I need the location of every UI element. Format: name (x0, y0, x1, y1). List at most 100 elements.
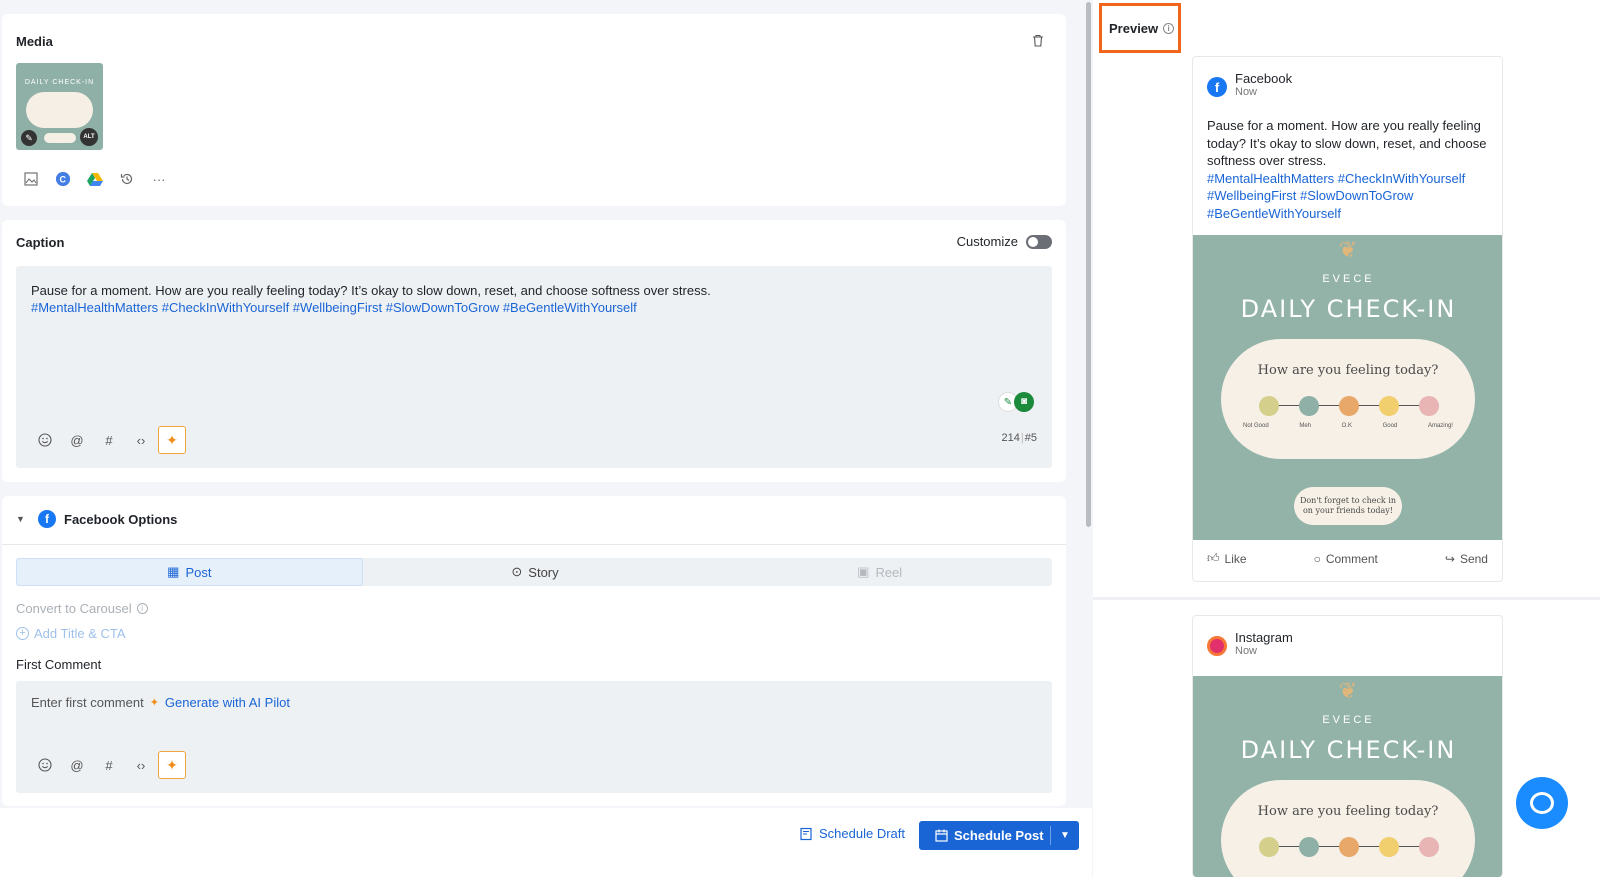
facebook-preview-time: Now (1235, 86, 1258, 98)
media-toolbar: C ··· (22, 170, 168, 188)
mood-dot (1379, 396, 1399, 416)
mood-scale (1259, 396, 1439, 416)
instagram-preview-name: Instagram (1235, 630, 1293, 645)
scale-label: O.K (1341, 423, 1352, 429)
hashtag-icon[interactable]: # (100, 756, 118, 774)
preview-header: Preview i (1099, 3, 1181, 53)
image-library-icon[interactable] (22, 170, 40, 188)
chat-bubble-icon (1530, 792, 1554, 814)
facebook-options-title: Facebook Options (64, 511, 178, 527)
caption-body: Pause for a moment. How are you really f… (31, 283, 711, 298)
canva-icon[interactable]: C (54, 170, 72, 188)
mood-cloud: How are you feeling today? (1221, 780, 1475, 877)
comment-icon: ○ (1313, 551, 1321, 566)
schedule-post-button[interactable]: Schedule Post ▼ (919, 821, 1079, 850)
thumbs-up-icon: 👍︎ (1207, 551, 1220, 565)
add-title-cta[interactable]: + Add Title & CTA (16, 626, 126, 641)
facebook-options-card: ▼ f Facebook Options ▦ Post ⊙ Story ▣ Re… (2, 496, 1066, 806)
chevron-down-icon[interactable]: ▼ (16, 514, 30, 524)
play-circle-icon: ⊙ (511, 564, 523, 579)
action-footer: Schedule Draft Schedule Post ▼ (0, 808, 1092, 877)
grammarly-icon: ◙ (1014, 392, 1034, 412)
facebook-preview-hashtags: #MentalHealthMatters #CheckInWithYoursel… (1207, 170, 1466, 221)
instagram-preview-card: Instagram Now ❦ EVECE DAILY CHECK-IN How… (1192, 615, 1503, 877)
scale-labels: Not Good Meh O.K Good Amazing! (1243, 423, 1453, 429)
thumb-cloud (26, 92, 93, 128)
mood-dot (1259, 837, 1279, 857)
mood-dot (1419, 396, 1439, 416)
add-title-label: Add Title & CTA (34, 626, 126, 641)
code-icon[interactable]: ‹› (132, 756, 150, 774)
mood-dot (1339, 837, 1359, 857)
facebook-preview-image: ❦ EVECE DAILY CHECK-IN How are you feeli… (1193, 235, 1502, 540)
mood-dot (1299, 396, 1319, 416)
tab-post[interactable]: ▦ Post (16, 558, 363, 586)
like-action: 👍︎ Like (1207, 551, 1247, 566)
caption-counter: 214|#5 (1001, 432, 1037, 444)
scroll-thumb[interactable] (1086, 2, 1091, 527)
info-icon[interactable]: i (136, 603, 148, 614)
tab-story[interactable]: ⊙ Story (363, 558, 708, 586)
caption-title: Caption (16, 235, 65, 250)
instagram-icon (1207, 636, 1227, 656)
schedule-post-label: Schedule Post (954, 828, 1044, 843)
trash-icon[interactable] (1032, 34, 1046, 48)
facebook-options-header[interactable]: ▼ f Facebook Options (16, 510, 177, 528)
info-icon[interactable]: i (1163, 22, 1175, 34)
preview-panel: Preview i f Facebook Now Pause for a mom… (1093, 0, 1600, 877)
instagram-preview-header: Instagram Now (1207, 630, 1293, 657)
comment-action: ○ Comment (1314, 551, 1378, 566)
media-card: Media DAILY CHECK-IN ✎ ALT C ··· (2, 14, 1066, 206)
facebook-preview-name: Facebook (1235, 71, 1293, 86)
caption-toolbar: @ # ‹› ✦ (36, 426, 186, 454)
image-title: DAILY CHECK-IN (1240, 295, 1457, 323)
schedule-post-main[interactable]: Schedule Post (919, 828, 1050, 843)
hashtag-icon[interactable]: # (100, 431, 118, 449)
facebook-preview-actions: 👍︎ Like ○ Comment ↪ Send (1207, 551, 1488, 566)
image-title: DAILY CHECK-IN (1240, 736, 1457, 764)
support-chat-button[interactable] (1516, 777, 1568, 829)
caption-editor[interactable]: Pause for a moment. How are you really f… (16, 266, 1052, 468)
image-brand: EVECE (1322, 714, 1375, 726)
draft-calendar-icon (800, 827, 812, 840)
grammar-badge[interactable]: ✎ ◙ (998, 392, 1034, 412)
history-icon[interactable] (118, 170, 136, 188)
edit-pencil-icon[interactable]: ✎ (21, 130, 37, 146)
convert-to-carousel[interactable]: Convert to Carousel i (16, 601, 148, 616)
thumb-pill (44, 133, 76, 143)
more-icon[interactable]: ··· (150, 170, 168, 188)
tab-reel-label: Reel (875, 564, 903, 580)
ai-sparkle-button[interactable]: ✦ (158, 751, 186, 779)
ai-sparkle-button[interactable]: ✦ (158, 426, 186, 454)
share-icon: ↪ (1444, 551, 1455, 566)
mention-icon[interactable]: @ (68, 431, 86, 449)
tab-reel[interactable]: ▣ Reel (707, 558, 1052, 586)
mention-icon[interactable]: @ (68, 756, 86, 774)
preview-title: Preview (1109, 20, 1159, 36)
first-comment-toolbar: @ # ‹› ✦ (36, 751, 186, 779)
schedule-draft-button[interactable]: Schedule Draft (800, 826, 905, 841)
first-comment-field[interactable]: Enter first comment ✦ Generate with AI P… (16, 681, 1052, 793)
alt-text-button[interactable]: ALT (80, 128, 98, 146)
generate-ai-link[interactable]: Generate with AI Pilot (165, 695, 290, 710)
instagram-preview-time: Now (1235, 645, 1258, 657)
caption-text-area[interactable]: Pause for a moment. How are you really f… (31, 282, 1031, 316)
chevron-down-icon[interactable]: ▼ (1051, 830, 1079, 841)
scrollbar[interactable] (1085, 0, 1092, 877)
calendar-icon (935, 829, 948, 842)
like-label: Like (1224, 551, 1247, 566)
post-type-tabs: ▦ Post ⊙ Story ▣ Reel (16, 558, 1052, 586)
mood-dot (1379, 837, 1399, 857)
google-drive-icon[interactable] (86, 170, 104, 188)
emoji-icon[interactable] (36, 431, 54, 449)
convert-label: Convert to Carousel (16, 601, 132, 616)
hashtag-count: #5 (1024, 432, 1037, 444)
customize-toggle[interactable] (1026, 234, 1052, 249)
scale-label: Amazing! (1427, 423, 1453, 429)
scale-label: Not Good (1243, 423, 1269, 429)
media-thumbnail[interactable]: DAILY CHECK-IN ✎ ALT (16, 63, 103, 150)
preview-separator (1093, 597, 1600, 600)
emoji-icon[interactable] (36, 756, 54, 774)
code-icon[interactable]: ‹› (132, 431, 150, 449)
facebook-preview-card: f Facebook Now Pause for a moment. How a… (1192, 56, 1503, 582)
